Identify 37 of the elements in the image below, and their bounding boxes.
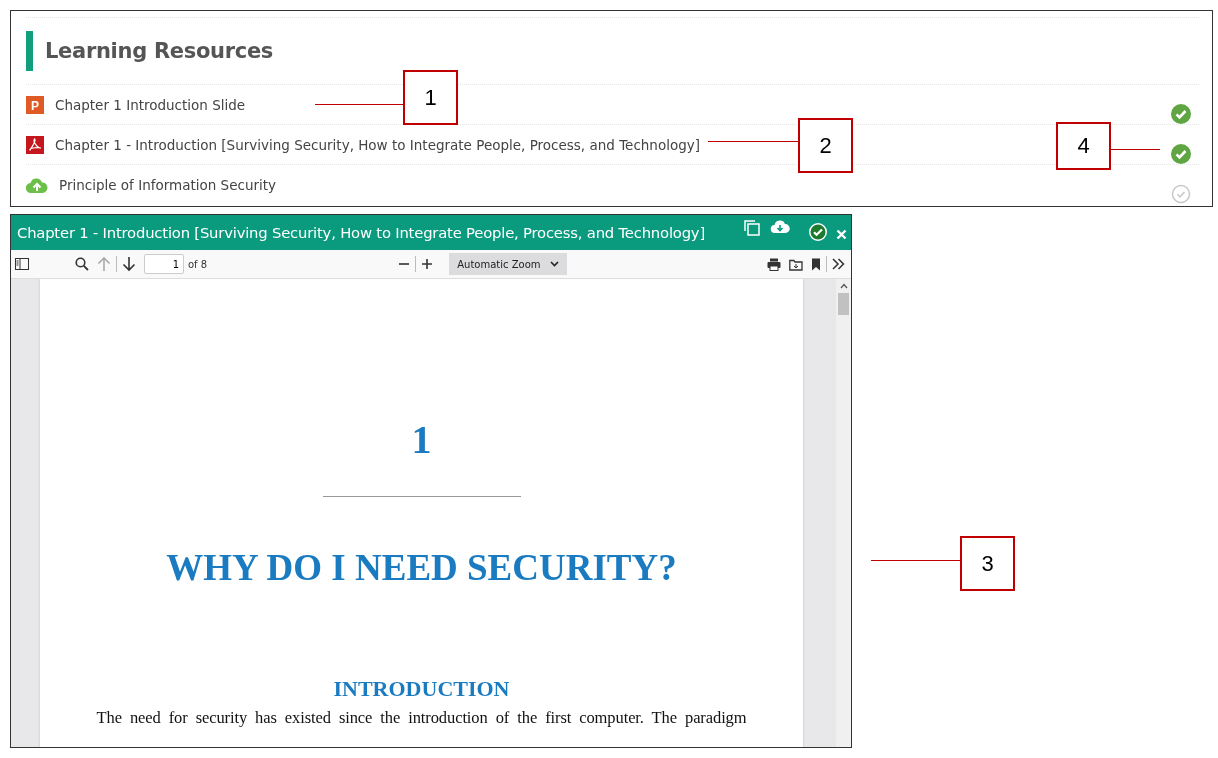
callout-number: 3 [960,536,1015,591]
folder-icon[interactable] [789,257,803,271]
zoom-dropdown[interactable]: Automatic Zoom [449,253,568,275]
callout-number: 1 [403,70,458,125]
scrollbar-thumb[interactable] [838,293,849,315]
page-number-field[interactable]: 1 [144,254,184,274]
close-icon[interactable] [836,229,847,240]
resource-link[interactable]: Chapter 1 - Introduction [Surviving Security, How to Integrate People, Process, and Technology] [55,136,701,153]
check-circle-icon[interactable] [809,223,827,241]
heading-accent-bar [26,31,33,71]
double-chevron-icon[interactable] [832,258,845,270]
arrow-down-icon[interactable] [122,256,136,272]
plus-icon[interactable] [421,258,434,270]
resource-link[interactable]: Principle of Information Security [59,176,277,193]
copy-icon[interactable] [743,219,761,237]
pdf-file-icon [26,135,44,154]
section-title: Learning Resources [45,39,274,63]
upload-cloud-icon [26,175,48,194]
slide-file-icon: P [26,95,44,114]
section-heading: INTRODUCTION [333,676,510,702]
bookmark-icon[interactable] [811,257,821,271]
page-count: of 8 [188,258,208,270]
body-paragraph: The need for security has existed since the introduction of the first computer. The paradigm [96,708,747,728]
leader-line [1111,149,1160,150]
viewer-title: Chapter 1 - Introduction [Surviving Security, How to Integrate People, Process, and Technology] [17,224,706,241]
search-icon[interactable] [75,257,89,271]
caret-icon [550,261,560,267]
scrollbar[interactable] [836,279,851,747]
callout-number: 4 [1056,122,1111,170]
resource-link[interactable]: Chapter 1 Introduction Slide [55,96,246,113]
chapter-title: WHY DO I NEED SECURITY? [166,547,677,589]
callout-number: 2 [798,118,853,173]
sidebar-toggle-icon[interactable] [15,258,29,270]
print-icon[interactable] [767,257,781,271]
chapter-number: 1 [411,417,432,463]
cloud-download-icon[interactable] [770,219,790,235]
scroll-up-icon[interactable] [839,283,848,289]
